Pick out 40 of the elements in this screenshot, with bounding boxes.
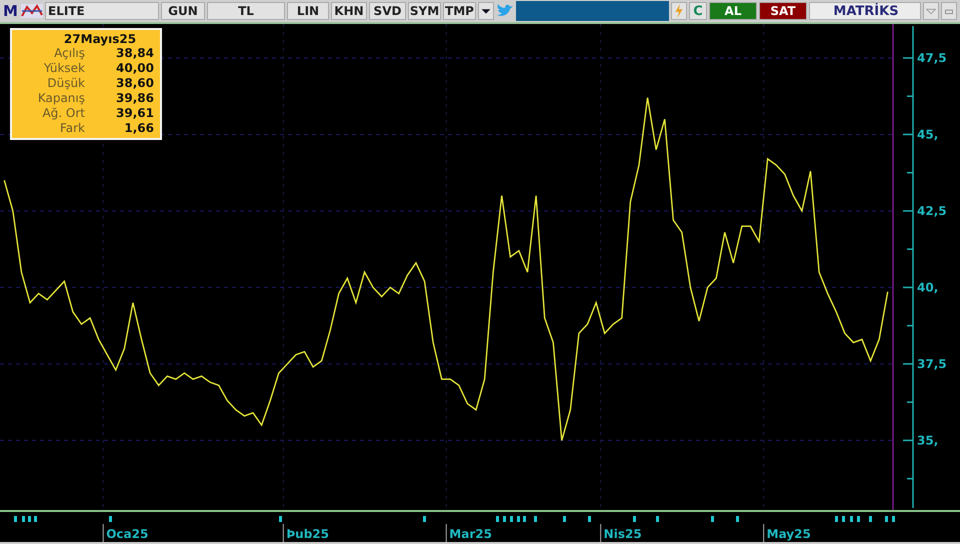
info-value: 1,66 — [123, 121, 154, 136]
info-label: Yüksek — [42, 61, 85, 76]
sell-button[interactable]: SAT — [759, 2, 807, 20]
minimize-icon[interactable] — [941, 2, 957, 20]
info-value: 40,00 — [115, 61, 154, 76]
brand-logo: MATRİKS — [809, 2, 921, 20]
info-label: Açılış — [53, 46, 85, 61]
date-label: Mar25 — [449, 527, 492, 541]
date-label: May25 — [766, 527, 811, 541]
info-value: 38,60 — [115, 76, 154, 91]
axis-label: 45, — [917, 127, 938, 142]
axis-label: 42,5 — [917, 204, 947, 218]
info-date: 27Mayıs25 — [62, 32, 138, 46]
toolbar-button[interactable]: TMP — [443, 2, 476, 20]
toolbar-button[interactable]: SYM — [408, 2, 441, 20]
info-value: 38,84 — [115, 46, 154, 61]
info-value: 39,61 — [115, 106, 154, 121]
chart-icon[interactable] — [21, 4, 43, 18]
buy-button[interactable]: AL — [709, 2, 757, 20]
axis-label: 40, — [917, 280, 938, 294]
date-label: Oca25 — [106, 527, 148, 541]
axis-label: 35, — [917, 433, 938, 448]
info-label: Fark — [58, 121, 85, 136]
axis-label: 47,5 — [917, 50, 947, 65]
axis-label: 37,5 — [917, 356, 947, 371]
toolbar-button[interactable]: KHN — [331, 2, 367, 20]
logo: M — [3, 2, 19, 20]
info-label: Ağ. Ort — [41, 106, 85, 121]
date-label: Þub25 — [286, 527, 330, 541]
info-label: Düşük — [46, 76, 85, 91]
lightning-icon[interactable] — [671, 2, 687, 20]
info-label: Kapanış — [36, 91, 85, 106]
toolbar-button[interactable]: GUN — [161, 2, 205, 20]
toolbar-button[interactable]: LIN — [287, 2, 329, 20]
symbol-field[interactable]: ELITE — [45, 2, 159, 20]
toolbar-button[interactable]: SVD — [369, 2, 406, 20]
toolbar-button[interactable]: TL — [207, 2, 285, 20]
info-value: 39,86 — [115, 91, 154, 106]
dropdown-icon[interactable] — [478, 2, 494, 20]
date-label: Nis25 — [604, 527, 642, 541]
